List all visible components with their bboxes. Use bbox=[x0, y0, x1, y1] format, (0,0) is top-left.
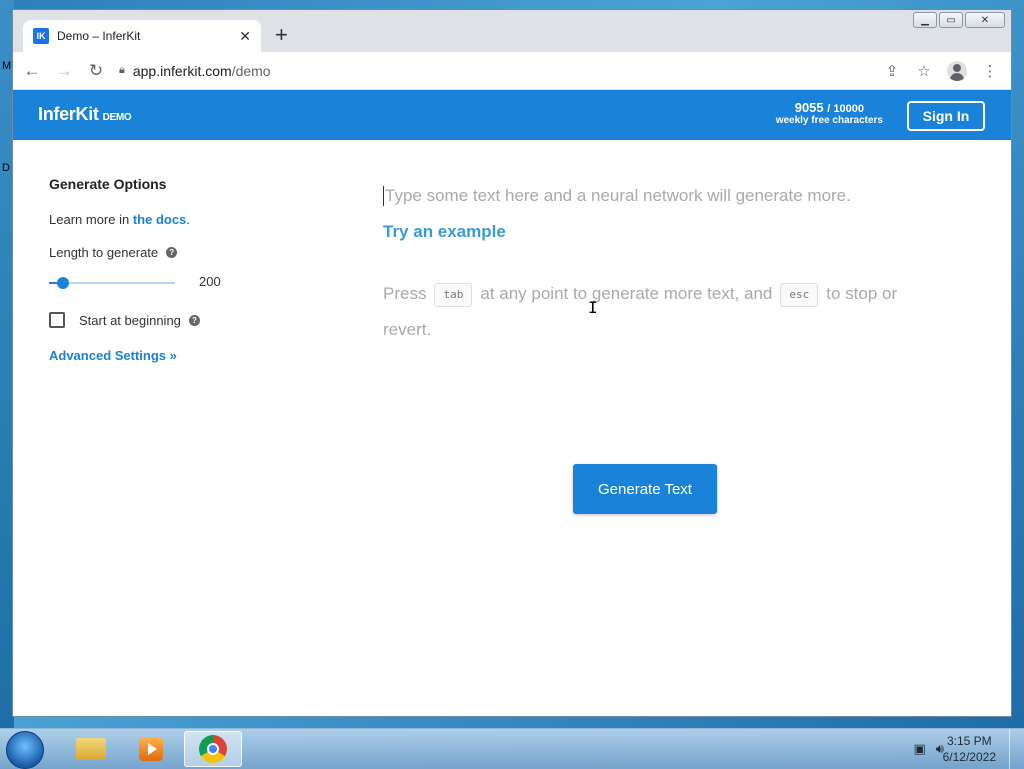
text-editor[interactable]: Type some text here and a neural network… bbox=[383, 186, 923, 348]
share-icon[interactable]: ⇪ bbox=[883, 62, 901, 80]
options-title: Generate Options bbox=[49, 176, 167, 192]
start-at-beginning-row[interactable]: Start at beginning ? bbox=[49, 312, 249, 328]
try-example-link[interactable]: Try an example bbox=[383, 222, 923, 242]
file-explorer-taskbar-button[interactable] bbox=[62, 731, 120, 767]
show-desktop-button[interactable] bbox=[1009, 729, 1024, 769]
tab-key: tab bbox=[434, 282, 473, 307]
menu-kebab-icon[interactable]: ⋮ bbox=[981, 62, 999, 80]
system-tray: ▣ 🔊︎ bbox=[914, 741, 945, 757]
editor-placeholder[interactable]: Type some text here and a neural network… bbox=[383, 186, 923, 206]
quota-used: 9055 bbox=[794, 100, 824, 115]
browser-toolbar: ← → ↻ 🔒︎ app.inferkit.com/demo ⇪ ☆ ⋮ bbox=[13, 52, 1011, 90]
text-cursor-icon: I bbox=[588, 298, 598, 317]
tab-title: Demo – InferKit bbox=[57, 29, 141, 43]
quota-display: 9055 / 10000 weekly free characters bbox=[776, 100, 883, 126]
profile-avatar-icon[interactable] bbox=[947, 60, 967, 81]
sign-in-button[interactable]: Sign In bbox=[907, 101, 985, 131]
keyboard-hint: Press tab at any point to generate more te… bbox=[383, 276, 923, 348]
generate-text-button[interactable]: Generate Text bbox=[573, 464, 717, 514]
hint-mid: at any point to generate more text, and bbox=[480, 284, 773, 303]
docs-suffix: . bbox=[186, 212, 190, 227]
media-player-icon bbox=[139, 737, 163, 761]
quota-total: / 10000 bbox=[827, 103, 864, 115]
length-label-row: Length to generate? bbox=[49, 245, 249, 260]
generate-options-panel: Generate Options Learn more in the docs.… bbox=[49, 176, 249, 363]
network-icon[interactable]: ▣ bbox=[914, 741, 926, 757]
docs-link[interactable]: the docs bbox=[133, 212, 186, 227]
address-bar[interactable]: 🔒︎ app.inferkit.com/demo bbox=[119, 57, 883, 85]
desktop-icon-label-m: M bbox=[2, 60, 12, 72]
hint-press: Press bbox=[383, 284, 427, 303]
back-button[interactable]: ← bbox=[19, 58, 45, 84]
start-help-icon[interactable]: ? bbox=[188, 314, 200, 326]
forward-button[interactable]: → bbox=[51, 58, 77, 84]
length-value: 200 bbox=[199, 274, 221, 289]
taskbar-clock[interactable]: 3:15 PM 6/12/2022 bbox=[943, 733, 996, 765]
start-button[interactable] bbox=[6, 731, 44, 769]
length-label: Length to generate bbox=[49, 245, 159, 260]
slider-thumb[interactable] bbox=[57, 277, 69, 289]
inferkit-favicon-icon: IK bbox=[33, 28, 49, 44]
desktop-icon-label-d: D bbox=[2, 162, 10, 174]
taskbar: ▣ 🔊︎ 3:15 PM 6/12/2022 bbox=[0, 728, 1024, 769]
start-at-beginning-checkbox[interactable] bbox=[49, 312, 65, 328]
quota-label: weekly free characters bbox=[775, 115, 883, 126]
url-host: app.inferkit.com bbox=[132, 62, 232, 79]
logo-badge: DEMO bbox=[102, 112, 132, 123]
media-player-taskbar-button[interactable] bbox=[122, 731, 180, 767]
tab-close-icon[interactable]: ✕ bbox=[239, 28, 251, 45]
site-header: InferKit DEMO 9055 / 10000 weekly free ch… bbox=[13, 90, 1011, 140]
tab-strip: IK Demo – InferKit ✕ + bbox=[13, 10, 1011, 52]
chrome-taskbar-button[interactable] bbox=[184, 731, 242, 767]
tab-demo[interactable]: IK Demo – InferKit ✕ bbox=[23, 20, 261, 52]
bookmark-star-icon[interactable]: ☆ bbox=[915, 62, 933, 80]
docs-prefix: Learn more in bbox=[49, 212, 133, 227]
esc-key: esc bbox=[780, 282, 819, 307]
reload-button[interactable]: ↻ bbox=[83, 58, 109, 84]
browser-window: ▁ ▭ ✕ IK Demo – InferKit ✕ + ← → ↻ 🔒︎ ap… bbox=[12, 9, 1012, 717]
chrome-icon bbox=[199, 735, 227, 763]
length-slider[interactable]: 200 bbox=[49, 272, 249, 294]
folder-icon bbox=[76, 738, 106, 760]
url-path: /demo bbox=[231, 62, 271, 79]
length-help-icon[interactable]: ? bbox=[166, 247, 178, 258]
docs-line: Learn more in the docs. bbox=[49, 212, 249, 227]
logo-text: InferKit bbox=[38, 104, 99, 124]
toolbar-actions: ⇪ ☆ ⋮ bbox=[883, 60, 999, 81]
new-tab-button[interactable]: + bbox=[275, 24, 288, 46]
clock-date: 6/12/2022 bbox=[942, 750, 996, 764]
page-content: InferKit DEMO 9055 / 10000 weekly free ch… bbox=[13, 90, 1011, 716]
clock-time: 3:15 PM bbox=[946, 734, 992, 748]
url-text[interactable]: app.inferkit.com/demo bbox=[133, 63, 271, 79]
start-at-beginning-label[interactable]: Start at beginning bbox=[79, 313, 181, 328]
advanced-settings-link[interactable]: Advanced Settings » bbox=[49, 348, 249, 363]
lock-icon[interactable]: 🔒︎ bbox=[119, 64, 125, 77]
inferkit-logo[interactable]: InferKit DEMO bbox=[38, 104, 132, 125]
